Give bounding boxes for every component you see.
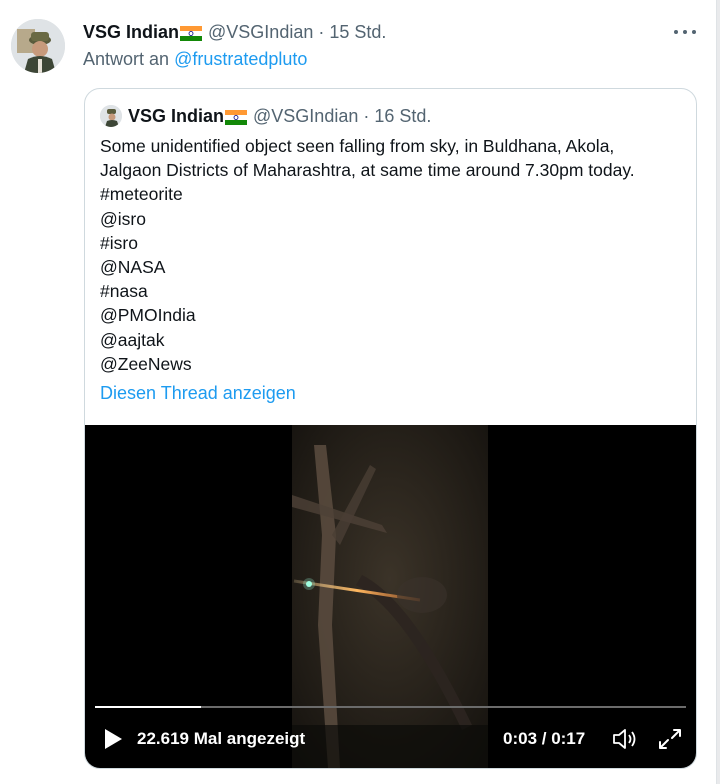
- reply-prefix: Antwort an: [83, 49, 170, 69]
- text-line: Jalgaon Districts of Maharashtra, at sam…: [100, 160, 635, 181]
- mention-zeenews: @ZeeNews: [100, 353, 192, 374]
- author-name[interactable]: VSG Indian: [83, 22, 179, 42]
- mention-nasa: @NASA: [100, 257, 166, 278]
- fullscreen-icon[interactable]: [657, 727, 683, 756]
- progress-fill: [95, 706, 202, 708]
- tweet-card: VSG Indian @VSGIndian · 15 Std. Antwort a…: [0, 0, 717, 784]
- hashtag-isro: #isro: [100, 232, 138, 253]
- quoted-text: Some unidentified object seen falling fr…: [100, 134, 685, 376]
- mention-aajtak: @aajtak: [100, 329, 165, 350]
- more-icon[interactable]: [674, 22, 696, 42]
- view-count: 22.619 Mal angezeigt: [137, 729, 306, 748]
- video-controls: 22.619 Mal angezeigt 0:03 / 0:17: [85, 719, 696, 759]
- video-player[interactable]: 22.619 Mal angezeigt 0:03 / 0:17: [85, 425, 696, 768]
- separator-dot: ·: [318, 22, 325, 42]
- video-frame: [292, 425, 488, 768]
- hashtag-meteorite: #meteorite: [100, 184, 183, 205]
- text-line: Some unidentified object seen falling fr…: [100, 136, 615, 156]
- quoted-avatar: [100, 105, 122, 127]
- tweet-header: VSG Indian @VSGIndian · 15 Std.: [83, 20, 696, 44]
- show-thread-link[interactable]: Diesen Thread anzeigen: [100, 381, 296, 405]
- quoted-time: 16 Std.: [374, 106, 432, 126]
- video-time: 0:03 / 0:17: [503, 729, 586, 748]
- reply-to-link[interactable]: @frustratedpluto: [174, 49, 307, 69]
- quoted-author-name: VSG Indian: [128, 106, 225, 126]
- reply-context: Antwort an @frustratedpluto: [83, 47, 307, 71]
- mention-isro: @isro: [100, 208, 146, 229]
- quoted-author-handle: @VSGIndian: [253, 106, 359, 126]
- author-handle[interactable]: @VSGIndian: [208, 22, 313, 42]
- flag-icon: [225, 107, 248, 131]
- flag-icon: [180, 23, 203, 47]
- mention-pmoindia: @PMOIndia: [100, 305, 196, 326]
- quoted-tweet[interactable]: VSG Indian @VSGIndian · 16 Std. Some unid…: [84, 88, 697, 769]
- hashtag-nasa: #nasa: [100, 281, 148, 302]
- progress-bar[interactable]: [95, 706, 686, 708]
- quoted-header: VSG Indian @VSGIndian · 16 Std.: [100, 104, 431, 128]
- avatar[interactable]: [11, 19, 65, 73]
- avatar-image: [11, 19, 65, 73]
- separator-dot: ·: [363, 106, 370, 126]
- volume-icon[interactable]: [612, 727, 640, 756]
- tweet-time[interactable]: 15 Std.: [329, 22, 386, 42]
- play-icon[interactable]: [103, 728, 123, 755]
